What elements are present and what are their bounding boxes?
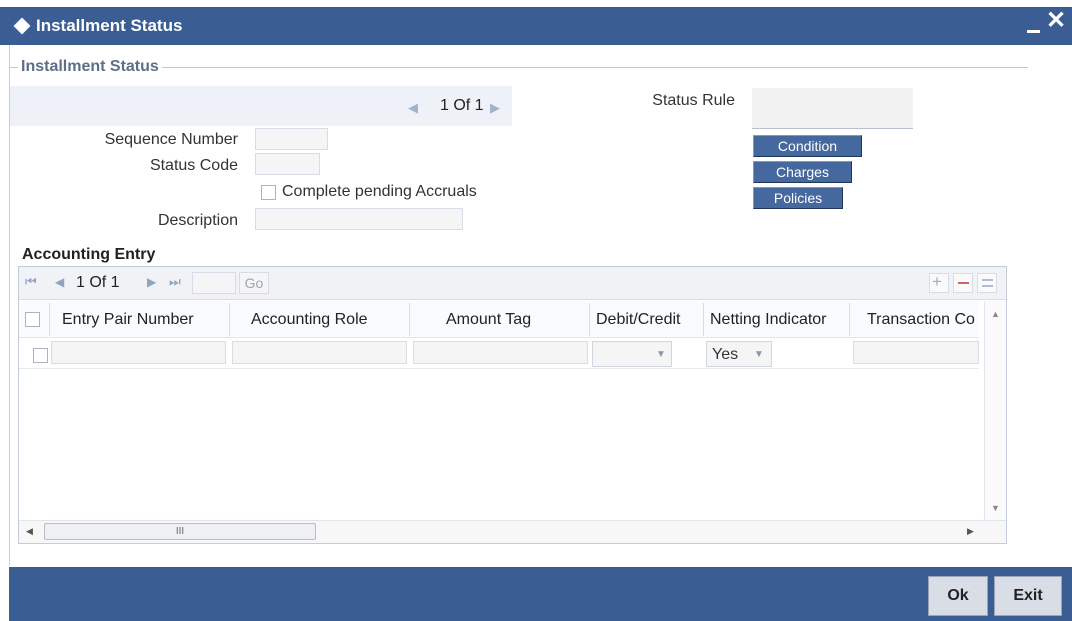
description-label: Description xyxy=(157,212,238,229)
table-row: ▼ Yes ▼ xyxy=(19,339,979,369)
horizontal-scroll-thumb[interactable]: III xyxy=(44,523,316,540)
select-all-checkbox[interactable] xyxy=(25,312,40,327)
goto-page-input[interactable] xyxy=(192,272,236,294)
col-header-amount-tag[interactable]: Amount Tag xyxy=(446,311,531,329)
netting-indicator-value: Yes xyxy=(712,346,739,363)
charges-button[interactable]: Charges xyxy=(753,161,852,183)
scroll-down-icon[interactable]: ▼ xyxy=(991,503,1000,513)
group-divider-right xyxy=(160,67,1028,68)
delete-row-icon xyxy=(958,282,969,284)
ok-button[interactable]: Ok xyxy=(928,576,988,616)
netting-indicator-select[interactable]: Yes ▼ xyxy=(706,341,772,367)
debit-credit-select[interactable]: ▼ xyxy=(592,341,672,367)
status-code-label: Status Code xyxy=(149,157,238,174)
add-row-icon: + xyxy=(932,272,942,291)
grid-page-text: 1 Of 1 xyxy=(76,274,120,291)
footer-bar xyxy=(9,567,1072,621)
accounting-role-cell[interactable] xyxy=(232,341,407,364)
complete-pending-accruals-label: Complete pending Accruals xyxy=(282,183,477,200)
sequence-number-label: Sequence Number xyxy=(104,131,238,148)
horizontal-scrollbar[interactable]: ◀ III ▶ xyxy=(19,520,1006,543)
view-rows-button[interactable] xyxy=(977,273,997,293)
col-separator xyxy=(49,303,50,336)
next-record-icon[interactable]: ▶ xyxy=(490,100,500,116)
policies-button[interactable]: Policies xyxy=(753,187,843,209)
scroll-up-icon[interactable]: ▲ xyxy=(991,309,1000,319)
col-header-netting-indicator[interactable]: Netting Indicator xyxy=(710,311,827,329)
col-separator xyxy=(703,303,704,336)
delete-row-button[interactable] xyxy=(953,273,973,293)
last-page-icon[interactable]: ⏭ xyxy=(169,274,181,290)
view-rows-icon xyxy=(982,279,993,287)
accounting-entry-title: Accounting Entry xyxy=(22,246,156,263)
status-rule-field[interactable] xyxy=(752,88,913,129)
status-code-input[interactable] xyxy=(255,153,320,175)
complete-pending-accruals-checkbox[interactable] xyxy=(261,185,276,200)
exit-button[interactable]: Exit xyxy=(994,576,1062,616)
row-select-checkbox[interactable] xyxy=(33,348,48,363)
group-divider-left xyxy=(10,67,18,68)
condition-button[interactable]: Condition xyxy=(753,135,862,157)
first-page-icon[interactable]: ⏮ xyxy=(25,274,37,290)
description-input[interactable] xyxy=(255,208,463,230)
transaction-code-cell[interactable] xyxy=(853,341,979,364)
prev-record-icon[interactable]: ◀ xyxy=(408,100,418,116)
scroll-right-icon[interactable]: ▶ xyxy=(967,526,974,537)
window-diamond-icon xyxy=(13,17,31,35)
group-title: Installment Status xyxy=(18,58,162,76)
record-page-text: 1 Of 1 xyxy=(440,97,484,114)
status-rule-label: Status Rule xyxy=(652,92,735,109)
vertical-scrollbar[interactable]: ▲ ▼ xyxy=(984,301,1006,520)
amount-tag-cell[interactable] xyxy=(413,341,588,364)
next-page-icon[interactable]: ▶ xyxy=(147,275,156,289)
window-title: Installment Status xyxy=(36,16,183,35)
chevron-down-icon: ▼ xyxy=(754,349,764,360)
add-row-button[interactable]: + xyxy=(929,272,949,293)
prev-page-icon[interactable]: ◀ xyxy=(55,275,64,289)
col-header-debit-credit[interactable]: Debit/Credit xyxy=(596,311,680,329)
col-header-accounting-role[interactable]: Accounting Role xyxy=(251,311,368,329)
col-separator xyxy=(589,303,590,336)
record-navigator: ◀ 1 Of 1 ▶ xyxy=(10,86,512,126)
grid-header: Entry Pair Number Accounting Role Amount… xyxy=(19,301,979,338)
col-header-transaction-code[interactable]: Transaction Co xyxy=(867,311,979,329)
sequence-number-input[interactable] xyxy=(255,128,328,150)
chevron-down-icon: ▼ xyxy=(656,349,666,360)
minimize-button[interactable] xyxy=(1027,30,1040,33)
entry-pair-number-cell[interactable] xyxy=(51,341,226,364)
grid-toolbar: ⏮ ◀ 1 Of 1 ▶ ⏭ Go + xyxy=(19,267,1006,300)
scroll-left-icon[interactable]: ◀ xyxy=(26,526,33,537)
col-header-entry-pair-number[interactable]: Entry Pair Number xyxy=(62,311,194,329)
col-separator xyxy=(409,303,410,336)
go-button[interactable]: Go xyxy=(239,272,269,294)
window-title-bar: Installment Status ✕ xyxy=(0,7,1072,45)
close-button[interactable]: ✕ xyxy=(1046,9,1066,33)
col-separator xyxy=(229,303,230,336)
col-separator xyxy=(849,303,850,336)
